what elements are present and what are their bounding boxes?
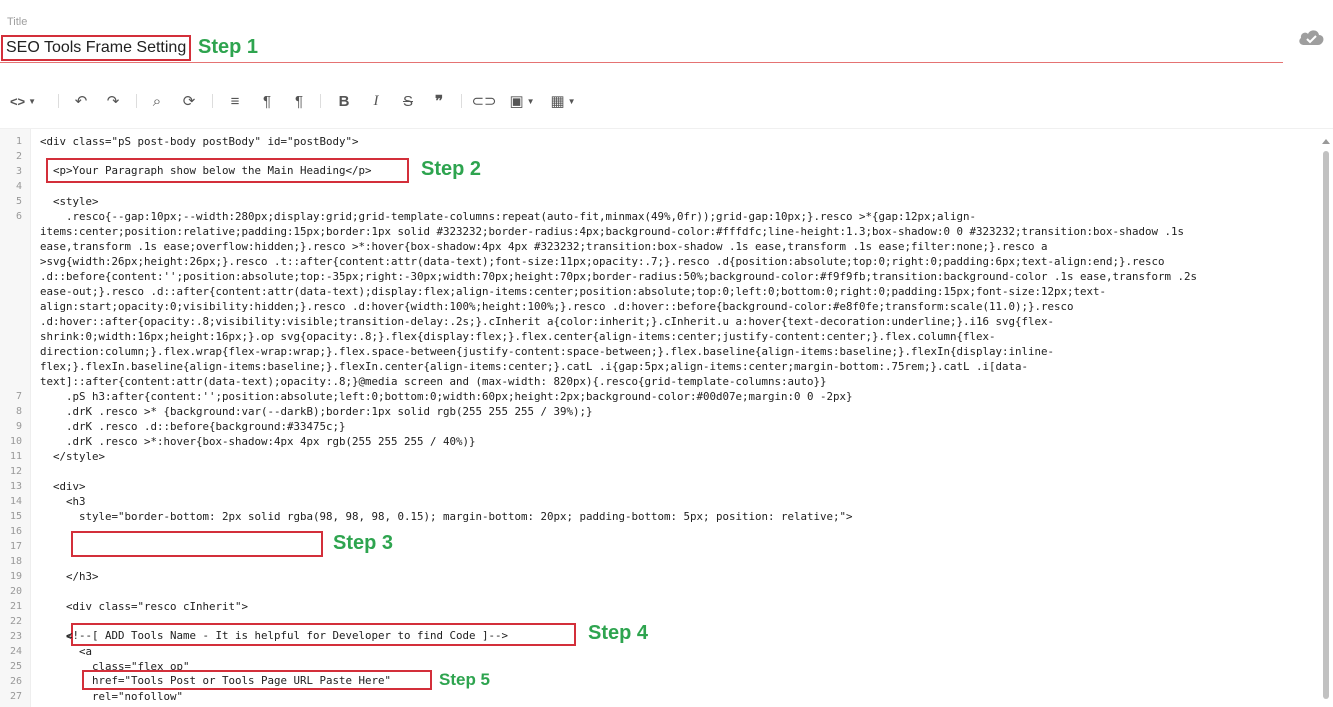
code-line: rel="nofollow" <box>40 690 184 703</box>
code-line: <a <box>40 645 93 658</box>
html-editor[interactable]: 1 <div class="pS post-body postBody" id="… <box>0 128 1333 707</box>
line-number <box>0 329 22 344</box>
rtl-icon[interactable]: ¶ <box>288 86 310 116</box>
step-3-highlight <box>71 531 323 557</box>
highlighted-code-line: href="Tools Post or Tools Page URL Paste… <box>40 674 392 687</box>
code-line: .d::before{content:'';position:absolute;… <box>40 270 1198 283</box>
code-line: shrink:0;width:16px;height:16px;}.op svg… <box>40 330 996 343</box>
line-number: 8 <box>15 406 22 417</box>
line-number: 2 <box>15 151 22 162</box>
quote-icon[interactable]: ❞ <box>428 86 450 116</box>
line-number <box>0 374 22 389</box>
code-line: <style> <box>40 195 99 208</box>
step-2-label: Step 2 <box>421 158 482 180</box>
code-line: .drK .resco .d::before{background:#33475… <box>40 420 346 433</box>
line-number <box>0 299 22 314</box>
line-number <box>0 224 22 239</box>
bold-icon[interactable]: B <box>333 86 355 116</box>
line-number <box>0 359 22 374</box>
line-number: 1 <box>15 136 22 147</box>
code-line: .drK .resco >* {background:var(--darkB);… <box>40 405 593 418</box>
code-line: direction:column;}.flex.wrap{flex-wrap:w… <box>40 345 1055 358</box>
highlighted-code-line: <!--[ ADD Tools Name - It is helpful for… <box>40 629 509 642</box>
line-number <box>0 269 22 284</box>
line-number: 21 <box>9 601 22 612</box>
line-number <box>0 344 22 359</box>
line-number: 18 <box>9 556 22 567</box>
line-number: 27 <box>9 691 22 702</box>
line-number: 4 <box>15 181 22 192</box>
scrollbar-up-arrow[interactable] <box>1322 139 1330 144</box>
title-input[interactable]: SEO Tools Frame Setting <box>1 35 192 61</box>
scrollbar-thumb[interactable] <box>1323 151 1329 699</box>
line-number: 16 <box>9 526 22 537</box>
line-number: 20 <box>9 586 22 597</box>
line-number <box>0 284 22 299</box>
undo-icon[interactable]: ↶ <box>70 86 92 116</box>
link-icon[interactable]: ⊂⊃ <box>471 86 496 116</box>
line-number: 12 <box>9 466 22 477</box>
search-icon[interactable]: ⌕ <box>146 86 168 116</box>
code-line: flex;}.flexIn.baseline{align-items:basel… <box>40 360 1029 373</box>
line-number: 5 <box>15 196 22 207</box>
step-3-label: Step 3 <box>333 532 394 554</box>
step-1-label: Step 1 <box>198 36 259 58</box>
image-icon[interactable]: ▣ ▼ <box>506 86 538 116</box>
title-label: Title <box>7 16 28 28</box>
code-line: style="border-bottom: 2px solid rgba(98,… <box>40 510 853 523</box>
code-line: text]::after{content:attr(data-text);opa… <box>40 375 827 388</box>
cloud-save-icon[interactable] <box>1297 28 1325 46</box>
line-number: 25 <box>9 661 22 672</box>
line-number: 13 <box>9 481 22 492</box>
step-4-label: Step 4 <box>588 622 649 644</box>
code-line: .resco{--gap:10px;--width:280px;display:… <box>40 210 977 223</box>
code-line: >svg{width:26px;height:26px;}.resco .t::… <box>40 255 1165 268</box>
strikethrough-icon[interactable]: S <box>397 86 419 116</box>
code-line: .d:hover::after{opacity:.8;visibility:vi… <box>40 315 1055 328</box>
line-number: 23 <box>9 631 22 642</box>
line-number: 3 <box>15 166 22 177</box>
code-line: </style> <box>40 450 106 463</box>
line-number: 22 <box>9 616 22 627</box>
line-number: 24 <box>9 646 22 657</box>
italic-icon[interactable]: I <box>365 86 387 116</box>
line-number <box>0 314 22 329</box>
code-line: <div class="resco cInherit"> <box>40 600 249 613</box>
code-line: items:center;position:relative;padding:1… <box>40 225 1185 238</box>
code-line: </h3> <box>40 570 99 583</box>
line-number <box>0 254 22 269</box>
line-number: 7 <box>15 391 22 402</box>
code-line: <div class="pS post-body postBody" id="p… <box>40 135 359 148</box>
code-line: .pS h3:after{content:'';position:absolut… <box>40 390 853 403</box>
video-icon[interactable]: ▦ ▼ <box>546 86 580 116</box>
redo-icon[interactable]: ↷ <box>102 86 124 116</box>
align-icon[interactable]: ≡ <box>224 86 246 116</box>
code-line: ease-out;}.resco .d::after{content:attr(… <box>40 285 1107 298</box>
code-line: ease,transform .1s ease;overflow:hidden;… <box>40 240 1048 253</box>
editor-toolbar: <> ▼ ↶ ↷ ⌕ ⟳ ≡ ¶ ¶ B I S ❞ ⊂⊃ ▣ ▼ ▦ ▼ <box>0 86 1333 116</box>
line-number: 26 <box>9 676 22 687</box>
code-line: align:start;opacity:0;visibility:hidden;… <box>40 300 1074 313</box>
code-view-icon[interactable]: <> ▼ <box>6 86 40 116</box>
code-line: <h3 <box>40 495 86 508</box>
code-line: .drK .resco >*:hover{box-shadow:4px 4px … <box>40 435 476 448</box>
replace-icon[interactable]: ⟳ <box>178 86 200 116</box>
line-number: 10 <box>9 436 22 447</box>
line-number: 17 <box>9 541 22 552</box>
highlighted-code-line: <p>Your Paragraph show below the Main He… <box>40 164 372 177</box>
code-line: <div> <box>40 480 86 493</box>
title-underline <box>0 62 1283 63</box>
ltr-icon[interactable]: ¶ <box>256 86 278 116</box>
line-number: 19 <box>9 571 22 582</box>
line-number: 6 <box>15 211 22 222</box>
line-number: 9 <box>15 421 22 432</box>
line-number <box>0 239 22 254</box>
step-5-label: Step 5 <box>439 670 491 689</box>
line-number: 14 <box>9 496 22 507</box>
line-number: 11 <box>9 451 22 462</box>
line-number: 15 <box>9 511 22 522</box>
